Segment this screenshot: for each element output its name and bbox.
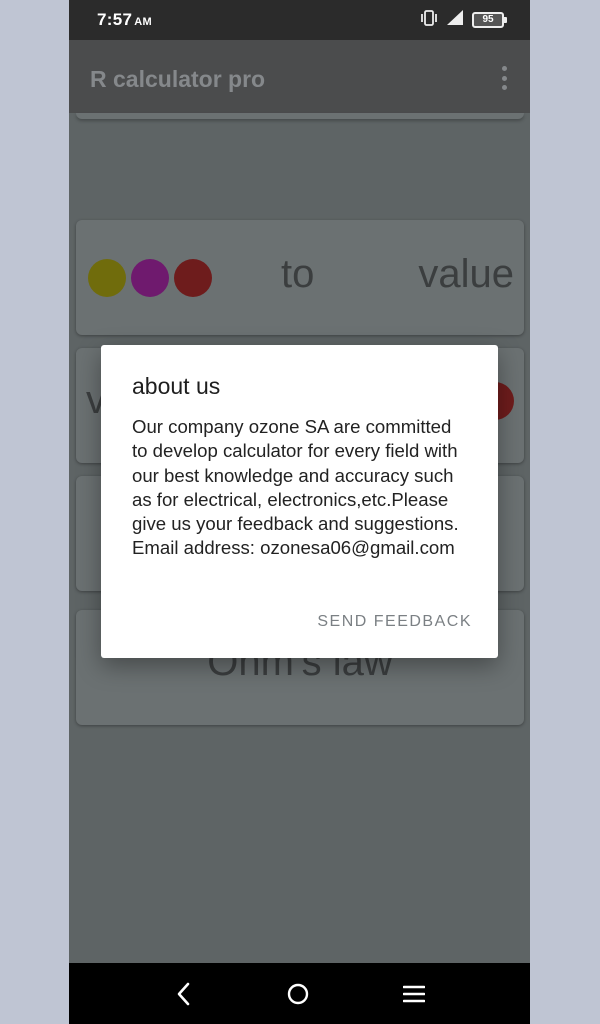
dialog-title: about us bbox=[132, 373, 221, 399]
red-band-icon bbox=[174, 259, 212, 297]
battery-icon: 95 bbox=[472, 12, 507, 28]
about-us-dialog: about us Our company ozone SA are commit… bbox=[101, 345, 498, 658]
overflow-menu-icon[interactable] bbox=[500, 66, 508, 90]
purple-band-icon bbox=[131, 259, 169, 297]
yellow-band-icon bbox=[88, 259, 126, 297]
card-label-value: value bbox=[418, 252, 514, 296]
dialog-message: Our company ozone SA are committed to de… bbox=[132, 416, 459, 559]
home-icon[interactable] bbox=[285, 981, 311, 1007]
navigation-bar bbox=[69, 963, 530, 1024]
app-title: R calculator pro bbox=[90, 66, 266, 92]
send-feedback-button[interactable]: SEND FEEDBACK bbox=[317, 613, 472, 631]
top-card-edge bbox=[76, 113, 524, 119]
status-bar: 7:57 AM 95 bbox=[69, 0, 530, 40]
signal-icon bbox=[446, 9, 464, 31]
color-to-value-card[interactable]: to value bbox=[76, 220, 524, 335]
vibrate-icon bbox=[420, 9, 438, 31]
status-time: 7:57 AM bbox=[97, 10, 152, 29]
recent-apps-icon[interactable] bbox=[401, 981, 427, 1007]
app-bar: R calculator pro bbox=[69, 40, 530, 113]
card-label-to: to bbox=[281, 252, 315, 296]
status-icons: 95 bbox=[420, 9, 507, 31]
back-icon[interactable] bbox=[171, 981, 197, 1007]
